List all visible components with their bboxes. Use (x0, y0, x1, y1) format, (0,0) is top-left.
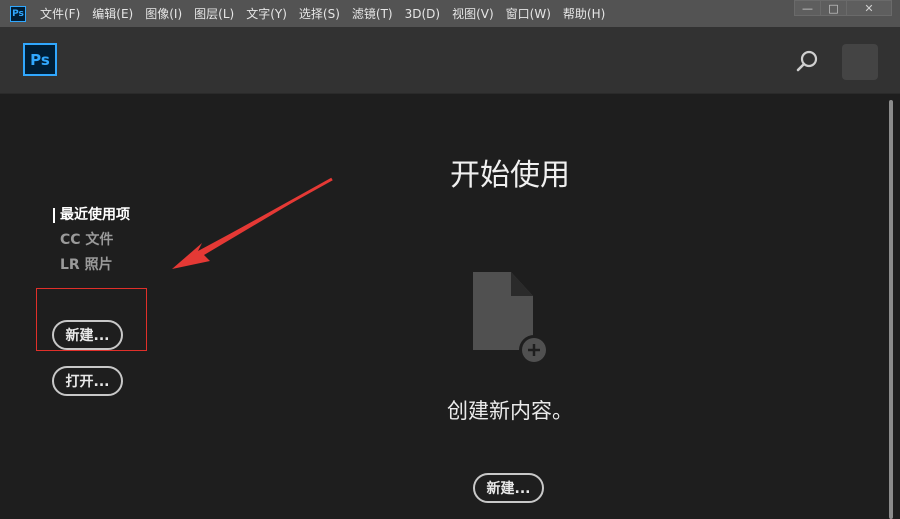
create-new-text: 创建新内容。 (447, 399, 573, 423)
sidebar-open-button[interactable]: 打开... (52, 366, 123, 396)
menu-layer[interactable]: 图层(L) (194, 5, 234, 22)
menu-select[interactable]: 选择(S) (299, 5, 340, 22)
menu-edit[interactable]: 编辑(E) (92, 5, 133, 22)
menu-3d[interactable]: 3D(D) (405, 7, 440, 21)
menu-view[interactable]: 视图(V) (452, 5, 494, 22)
sidebar-new-button[interactable]: 新建... (52, 320, 123, 350)
main-new-button[interactable]: 新建... (473, 473, 544, 503)
new-document-icon (473, 272, 549, 365)
menu-bar: Ps 文件(F) 编辑(E) 图像(I) 图层(L) 文字(Y) 选择(S) 滤… (0, 0, 900, 27)
annotation-arrow (172, 177, 333, 269)
user-avatar[interactable] (842, 44, 878, 80)
maximize-button[interactable]: □ (820, 0, 847, 16)
close-button[interactable]: ✕ (846, 0, 892, 16)
page-title: 开始使用 (450, 158, 570, 193)
search-icon[interactable] (795, 49, 819, 73)
menu-image[interactable]: 图像(I) (145, 5, 182, 22)
window-controls: — □ ✕ (794, 0, 892, 18)
menu-file[interactable]: 文件(F) (40, 5, 80, 22)
menu-window[interactable]: 窗口(W) (506, 5, 551, 22)
menu-filter[interactable]: 滤镜(T) (352, 5, 393, 22)
ps-logo[interactable]: Ps (23, 43, 57, 76)
menu-help[interactable]: 帮助(H) (563, 5, 605, 22)
scrollbar-thumb[interactable] (889, 100, 893, 519)
minimize-button[interactable]: — (794, 0, 821, 16)
photoshop-window: Ps 文件(F) 编辑(E) 图像(I) 图层(L) 文字(Y) 选择(S) 滤… (0, 0, 900, 519)
app-icon[interactable]: Ps (10, 5, 26, 22)
header-bar: Ps (0, 27, 900, 94)
menu-type[interactable]: 文字(Y) (246, 5, 287, 22)
